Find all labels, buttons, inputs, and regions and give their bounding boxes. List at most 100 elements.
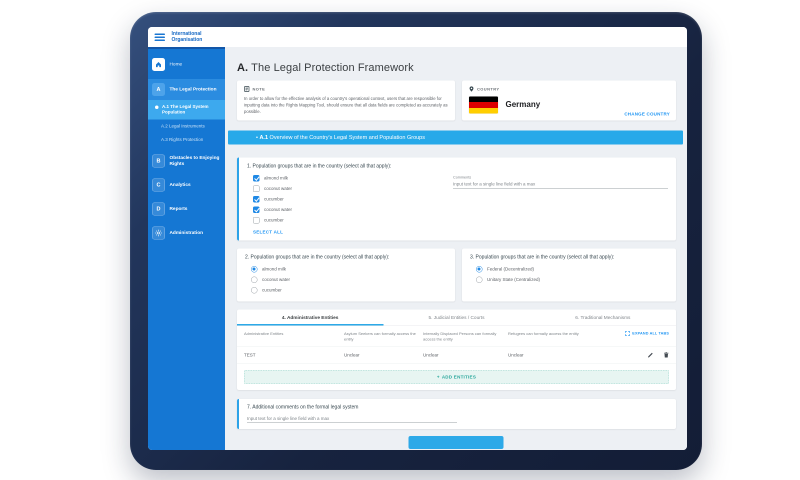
column-header: Refugees can formally access the entity [508,331,579,336]
section-a1-header-bar[interactable]: • A.1 Overview of the Country's Legal Sy… [228,130,683,145]
radio[interactable] [251,265,258,273]
column-header: Asylum Seekers can formally access the e… [344,331,416,342]
note-card: NOTE In order to allow for the effective… [237,80,455,121]
comments-input[interactable] [453,179,668,189]
change-country-link[interactable]: CHANGE COUNTRY [624,111,670,116]
section-c-badge: C [152,178,165,192]
country-name: Germany [505,100,541,110]
sidebar-item-a3[interactable]: A.3 Rights Protection [148,133,225,147]
tab-bar: 4. Administrative Entities 5. Judicial E… [237,309,676,326]
sidebar-section-c[interactable]: C Analytics [148,176,225,195]
select-all-link[interactable]: SELECT ALL [253,229,453,234]
radio-label: Federal (Decentralized) [487,266,535,272]
info-cards-row: NOTE In order to allow for the effective… [237,80,676,121]
table-cell: Unclear [423,352,439,358]
section-b-badge: B [152,154,165,168]
row-actions [648,352,670,358]
checkbox-option[interactable]: cucumber [247,194,453,205]
radio-option[interactable]: cucumber [245,285,447,296]
sidebar-item-a2[interactable]: A.2 Legal Instruments [148,119,225,133]
checkbox[interactable] [253,206,260,213]
section-bar-bullet: • [256,134,258,141]
sidebar-section-administration[interactable]: Administration [148,224,225,243]
sidebar-item-a1[interactable]: A.1 The Legal System Population [148,100,225,120]
table-row[interactable]: TEST Unclear Unclear Unclear [237,345,676,364]
checkbox-label: almond milk [264,175,289,181]
entities-tabs-card: 4. Administrative Entities 5. Judicial E… [237,309,676,390]
org-logo-line2: Organisation [171,37,203,43]
column-header: Administrative Entities [244,331,284,336]
column-header: Internally Displaced Persons can formall… [423,331,497,342]
question-3-card: 3. Population groups that are in the cou… [462,248,676,302]
tab-administrative-entities[interactable]: 4. Administrative Entities [237,309,383,325]
radio[interactable] [251,276,258,283]
location-pin-icon [469,86,474,92]
note-card-header: NOTE [244,86,448,92]
radio-option[interactable]: Federal (Decentralized) [470,264,668,275]
menu-icon[interactable] [154,33,165,41]
checkbox-label: cucumber [264,196,284,202]
section-bar-code: A.1 [259,134,269,141]
checkbox-option[interactable]: coconut water [247,183,453,194]
expand-all-link[interactable]: EXPAND ALL TABS [624,330,669,336]
page-background: International Organisation Home A The Le… [0,0,800,480]
question-7-label: 7. Additional comments on the formal leg… [247,404,359,410]
delete-icon[interactable] [664,352,670,358]
sidebar-item-label: A.1 The Legal System Population [162,104,209,115]
question-2-card: 2. Population groups that are in the cou… [237,248,455,302]
checkbox-option[interactable]: cucumber [247,215,453,226]
edit-icon[interactable] [648,352,654,358]
question-3-label: 3. Population groups that are in the cou… [470,254,615,260]
checkbox-label: coconut water [264,207,293,213]
sidebar-item-home[interactable]: Home [148,55,225,74]
main-content: A. The Legal Protection Framework NOTE I… [225,47,687,450]
primary-action-button[interactable] [408,435,504,449]
org-logo: International Organisation [172,31,203,43]
table-cell: Unclear [508,352,524,358]
checkbox-option[interactable]: almond milk [247,173,453,184]
germany-flag [469,96,498,114]
checkbox[interactable] [253,216,260,224]
sidebar: Home A The Legal Protection A.1 The Lega… [148,49,225,450]
note-label: NOTE [252,86,266,92]
question-2-label: 2. Population groups that are in the cou… [245,254,390,260]
page-title: A. The Legal Protection Framework [237,61,687,74]
add-entities-button[interactable]: + ADD ENTITIES [244,369,669,384]
expand-all-label: EXPAND ALL TABS [632,330,669,336]
radio-option[interactable]: coconut water [245,274,447,285]
sidebar-item-label: Home [169,61,183,68]
sidebar-item-label: A.2 Legal Instruments [161,123,205,129]
home-icon [152,58,165,71]
sidebar-section-b[interactable]: B Obstacles to Enjoying Rights [148,152,225,171]
checkbox-option[interactable]: coconut water [247,204,453,215]
sidebar-section-label: The Legal Protection [169,86,217,93]
radio[interactable] [251,286,258,294]
checkbox-label: cucumber [264,217,284,223]
app-screen: International Organisation Home A The Le… [148,27,687,450]
expand-icon [624,331,630,336]
questions-2-3-row: 2. Population groups that are in the cou… [237,248,676,302]
table-cell: TEST [244,352,256,358]
radio[interactable] [476,265,483,273]
add-entities-label: ADD ENTITIES [441,374,477,380]
sidebar-section-label: Analytics [169,182,191,188]
question-1-options: almond milk coconut water cucumber cocon… [247,173,453,234]
radio-option[interactable]: Unitary State (Centralized) [470,274,668,285]
sidebar-section-label: Obstacles to Enjoying Rights [169,155,220,167]
checkbox[interactable] [253,174,260,182]
tab-traditional-mechanisms[interactable]: 6. Traditional Mechanisms [530,309,676,325]
sidebar-section-d[interactable]: D Reports [148,200,225,219]
table-cell: Unclear [344,352,360,358]
radio[interactable] [476,276,483,283]
section-a-badge: A [152,83,165,96]
additional-comments-input[interactable] [247,413,457,423]
country-card-header: COUNTRY [469,86,669,92]
checkbox[interactable] [253,195,260,203]
sidebar-section-a[interactable]: A The Legal Protection [148,79,225,100]
checkbox[interactable] [253,185,260,192]
radio-option[interactable]: almond milk [245,264,447,275]
tab-judicial-entities[interactable]: 5. Judicial Entities / Courts [383,309,529,325]
gear-icon [152,226,165,240]
radio-label: cucumber [262,287,282,293]
section-bar-title: Overview of the Country's Legal System a… [269,134,425,141]
